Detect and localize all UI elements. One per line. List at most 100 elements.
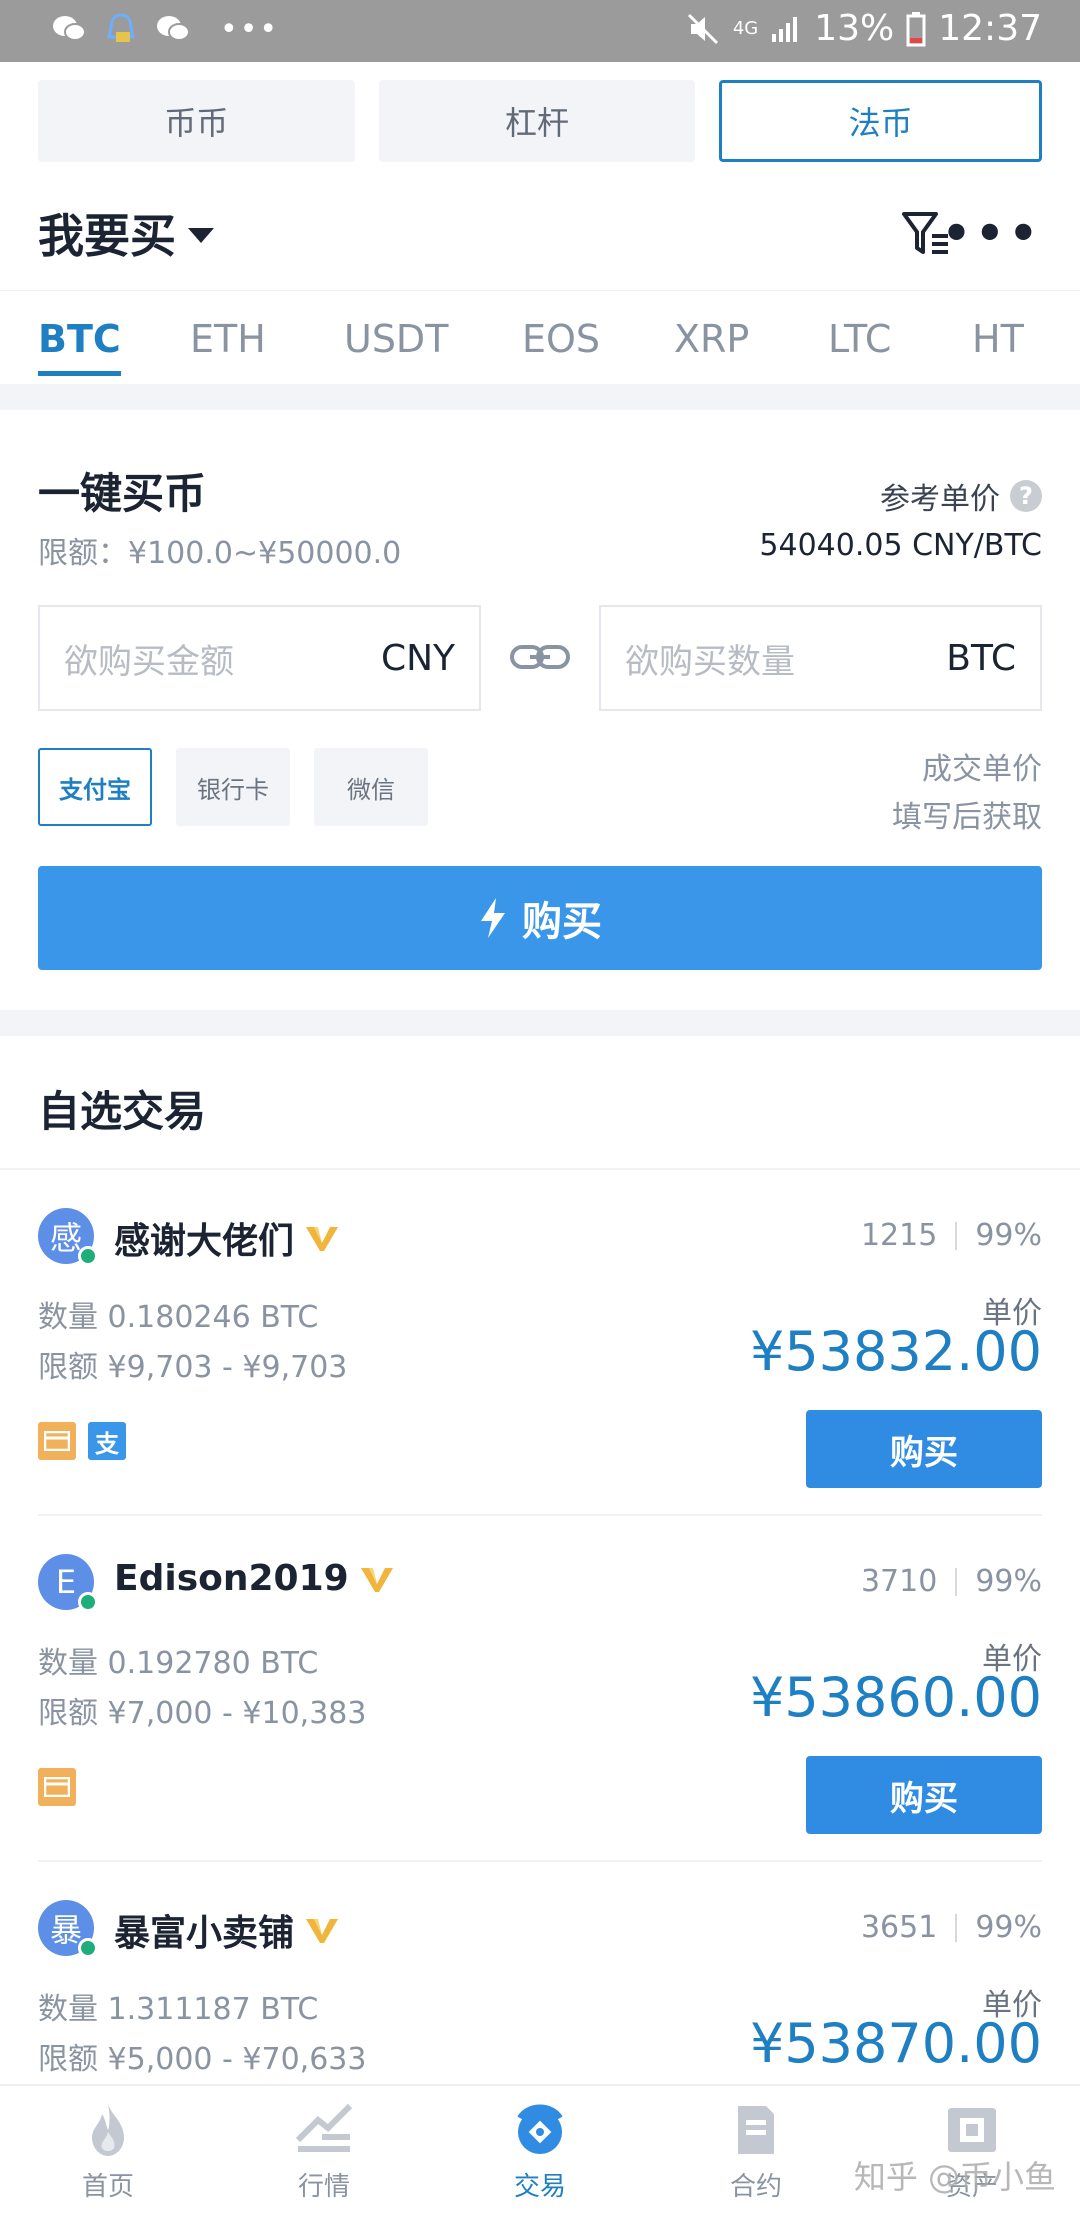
- wechat-icon: [157, 16, 190, 41]
- link-icon: [510, 645, 570, 669]
- merchant-stats: 1215 99%: [861, 1218, 1042, 1253]
- vip-badge-icon: [306, 1227, 339, 1251]
- merchant-name[interactable]: 暴富小卖铺: [114, 1904, 340, 1956]
- vip-badge-icon: [306, 1919, 339, 1943]
- order-count: 3651: [860, 1910, 938, 1945]
- bank-card-icon: [38, 1422, 76, 1460]
- network-type: 4G: [732, 17, 759, 39]
- pay-method-alipay[interactable]: 支付宝: [38, 748, 152, 826]
- nav-home[interactable]: 首页: [0, 2086, 216, 2220]
- wallet-icon: [948, 2108, 996, 2152]
- quantity-placeholder: 欲购买数量: [625, 641, 795, 682]
- alipay-icon: 支: [88, 1422, 126, 1460]
- completion-rate: 99%: [975, 1910, 1042, 1945]
- stats-separator: [955, 1567, 958, 1596]
- signal-icon: [772, 16, 798, 42]
- favorites-title: 自选交易: [38, 1087, 207, 1136]
- coin-tabs: BTC ETH USDT EOS XRP LTC HT: [0, 290, 1080, 384]
- online-status-dot: [78, 1938, 98, 1958]
- active-tab-underline: [38, 371, 121, 376]
- quick-buy-title: 一键买币: [38, 469, 207, 518]
- page-title: 我要买: [38, 209, 176, 263]
- available-quantity: 数量 1.311187 BTC: [38, 1992, 319, 2027]
- completion-rate: 99%: [975, 1218, 1042, 1253]
- pay-method-bank-card[interactable]: 银行卡: [176, 748, 290, 826]
- reference-price-label: 参考单价 ?: [880, 474, 1042, 518]
- order-count: 3710: [860, 1564, 938, 1599]
- clock: 12:37: [938, 8, 1042, 49]
- quantity-unit: BTC: [946, 637, 1016, 679]
- available-quantity: 数量 0.192780 BTC: [38, 1646, 319, 1681]
- unit-price: ¥53860.00: [749, 1666, 1042, 1729]
- coin-tab-ltc[interactable]: LTC: [828, 317, 891, 361]
- quick-buy-button[interactable]: 购买: [38, 866, 1042, 970]
- order-limit: 限额 ¥9,703 - ¥9,703: [38, 1350, 348, 1385]
- ad-list-item[interactable]: E Edison2019 3710 99% 数量 0.192780 BTC 限额…: [38, 1516, 1042, 1862]
- reference-price: 54040.05 CNY/BTC: [759, 528, 1042, 563]
- vip-badge-icon: [360, 1567, 393, 1592]
- status-bar: ••• 4G 13% 12:37: [0, 0, 1080, 62]
- mute-icon: [687, 13, 718, 44]
- stats-separator: [955, 1913, 958, 1942]
- order-limit: 限额 ¥5,000 - ¥70,633: [38, 2042, 367, 2077]
- quick-buy-limit: 限额：¥100.0~¥50000.0: [38, 536, 402, 571]
- notification-bell-icon: [107, 13, 135, 42]
- amount-placeholder: 欲购买金额: [64, 641, 234, 682]
- order-limit: 限额 ¥7,000 - ¥10,383: [38, 1696, 367, 1731]
- buy-sell-selector[interactable]: 我要买: [38, 200, 1042, 266]
- flame-icon: [92, 2104, 124, 2156]
- unit-price: ¥53832.00: [749, 1320, 1042, 1383]
- tab-fiat[interactable]: 法币: [719, 80, 1043, 162]
- merchant-name[interactable]: 感谢大佬们: [114, 1212, 340, 1264]
- buy-button[interactable]: 购买: [806, 1756, 1042, 1834]
- coin-tab-usdt[interactable]: USDT: [344, 317, 448, 361]
- merchant-stats: 3710 99%: [861, 1564, 1042, 1599]
- deal-price-hint: 填写后获取: [892, 800, 1042, 835]
- order-count: 1215: [860, 1218, 938, 1253]
- market-chart-icon: [295, 2103, 353, 2152]
- lightning-icon: [481, 898, 505, 938]
- coin-tab-eth[interactable]: ETH: [190, 317, 266, 361]
- coin-tab-btc[interactable]: BTC: [38, 317, 121, 376]
- amount-input[interactable]: 欲购买金额 CNY: [38, 605, 481, 711]
- tab-spot[interactable]: 币币: [38, 80, 355, 162]
- nav-market[interactable]: 行情: [216, 2086, 432, 2220]
- merchant-stats: 3651 99%: [861, 1910, 1042, 1945]
- quantity-input[interactable]: 欲购买数量 BTC: [599, 605, 1042, 711]
- stats-separator: [955, 1221, 958, 1250]
- ad-list-item[interactable]: 暴 暴富小卖铺 3651 99% 数量 1.311187 BTC 限额 ¥5,0…: [38, 1862, 1042, 2084]
- caret-down-icon: [188, 227, 214, 243]
- help-icon[interactable]: ?: [1010, 480, 1042, 512]
- battery-icon: [906, 11, 926, 46]
- coin-tab-eos[interactable]: EOS: [522, 317, 600, 361]
- completion-rate: 99%: [975, 1564, 1042, 1599]
- merchant-name[interactable]: Edison2019: [114, 1558, 395, 1599]
- unit-price: ¥53870.00: [749, 2012, 1042, 2075]
- wechat-icon: [53, 16, 86, 41]
- more-icon[interactable]: •••: [942, 210, 1042, 256]
- watermark: 知乎 @币小鱼: [853, 2158, 1056, 2196]
- payment-methods: 支: [38, 1422, 126, 1460]
- nav-trade[interactable]: 交易: [432, 2086, 648, 2220]
- trade-mode-tabs: 币币 杠杆 法币: [38, 80, 1043, 162]
- battery-percent: 13%: [814, 8, 895, 49]
- more-notifications-icon: •••: [220, 11, 280, 47]
- amount-unit: CNY: [380, 637, 455, 679]
- buy-button[interactable]: 购买: [806, 1410, 1042, 1488]
- section-divider: [0, 384, 1080, 410]
- contract-document-icon: [738, 2106, 774, 2154]
- online-status-dot: [78, 1592, 98, 1612]
- bank-card-icon: [38, 1768, 76, 1806]
- available-quantity: 数量 0.180246 BTC: [38, 1300, 319, 1335]
- nav-contract[interactable]: 合约: [648, 2086, 864, 2220]
- deal-price-note: 成交单价: [922, 752, 1042, 787]
- payment-methods: [38, 1768, 76, 1806]
- coin-tab-xrp[interactable]: XRP: [674, 317, 749, 361]
- coin-tab-ht[interactable]: HT: [972, 317, 1024, 361]
- pay-method-wechat[interactable]: 微信: [314, 748, 428, 826]
- page-header: 我要买 •••: [38, 200, 1042, 270]
- tab-margin[interactable]: 杠杆: [378, 80, 696, 162]
- online-status-dot: [78, 1246, 98, 1266]
- ad-list-item[interactable]: 感 感谢大佬们 1215 99% 数量 0.180246 BTC 限额 ¥9,7…: [38, 1170, 1042, 1516]
- section-divider: [0, 1010, 1080, 1036]
